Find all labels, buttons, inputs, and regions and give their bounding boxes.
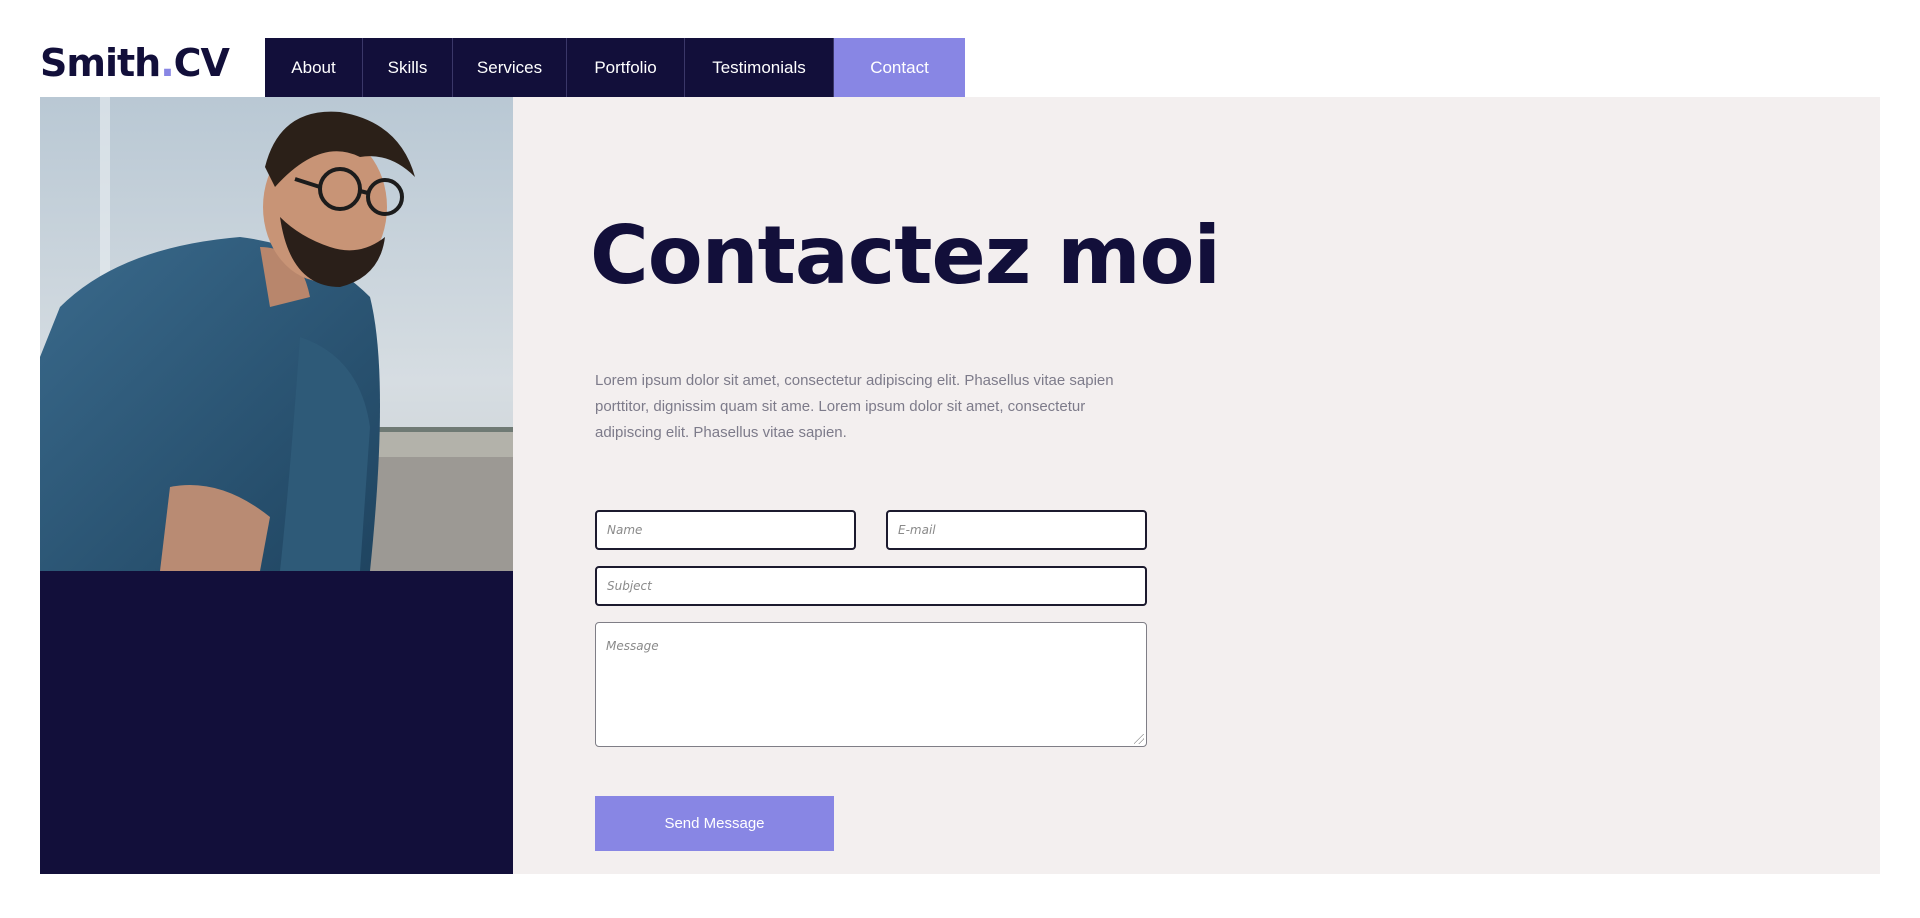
resize-handle-icon[interactable] xyxy=(1134,734,1144,744)
portrait-photo xyxy=(40,97,513,571)
dark-side-panel xyxy=(40,571,513,874)
contact-description: Lorem ipsum dolor sit amet, consectetur … xyxy=(595,372,1114,441)
page-title: Contactez moi xyxy=(590,209,1221,302)
nav-item-portfolio[interactable]: Portfolio xyxy=(567,38,685,97)
name-placeholder: Name xyxy=(607,523,643,537)
site-logo[interactable]: Smith.CV xyxy=(40,41,230,85)
send-message-button[interactable]: Send Message xyxy=(595,796,834,851)
subject-field[interactable]: Subject xyxy=(595,566,1147,606)
nav-item-about[interactable]: About xyxy=(265,38,363,97)
portrait-illustration xyxy=(40,97,513,571)
email-field[interactable]: E-mail xyxy=(886,510,1147,550)
name-field[interactable]: Name xyxy=(595,510,856,550)
message-placeholder: Message xyxy=(606,639,659,653)
email-placeholder: E-mail xyxy=(898,523,936,537)
nav-item-contact[interactable]: Contact xyxy=(834,38,965,97)
nav-item-services[interactable]: Services xyxy=(453,38,567,97)
nav-item-skills[interactable]: Skills xyxy=(363,38,453,97)
logo-dot: . xyxy=(160,41,174,85)
main-nav: About Skills Services Portfolio Testimon… xyxy=(265,38,965,97)
message-field[interactable]: Message xyxy=(595,622,1147,747)
logo-suffix: CV xyxy=(173,41,230,85)
nav-item-testimonials[interactable]: Testimonials xyxy=(685,38,834,97)
subject-placeholder: Subject xyxy=(607,579,652,593)
logo-name: Smith xyxy=(40,41,161,85)
